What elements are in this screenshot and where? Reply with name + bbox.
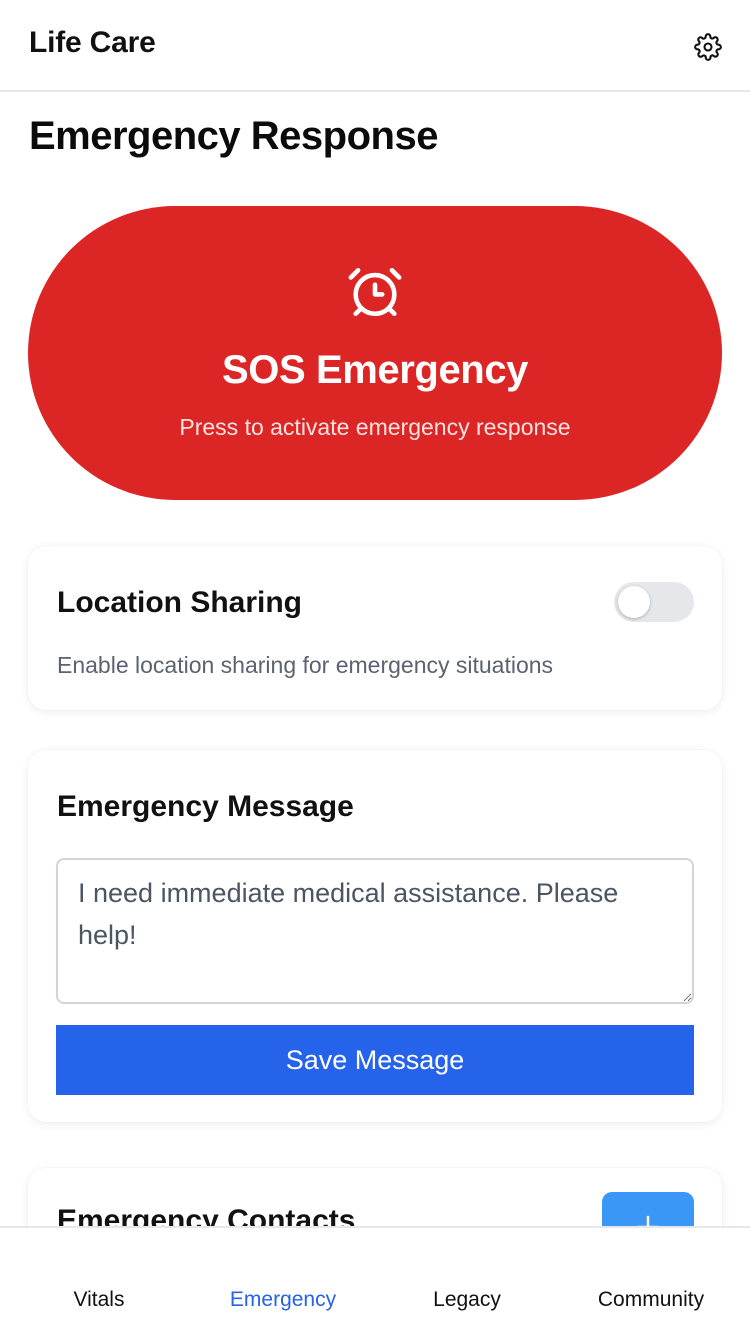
plus-icon (637, 1215, 659, 1226)
location-sharing-description: Enable location sharing for emergency si… (57, 652, 554, 678)
emergency-message-card: Emergency Message I need immediate medic… (28, 750, 722, 1122)
app-header: Life Care (0, 0, 750, 92)
sos-subtitle: Press to activate emergency response (179, 414, 571, 440)
emergency-contacts-title: Emergency Contacts (57, 1204, 356, 1226)
nav-item-legacy[interactable]: Legacy (375, 1288, 559, 1312)
sos-title: SOS Emergency (221, 348, 529, 392)
sos-emergency-button[interactable]: SOS Emergency Press to activate emergenc… (28, 206, 722, 500)
gear-icon (694, 33, 722, 61)
app-screen: Life Care Emergency Response SOS Emergen… (0, 0, 750, 1334)
main-content[interactable]: Emergency Response SOS Emergency Press t… (0, 94, 750, 1226)
alarm-clock-icon (348, 267, 402, 317)
location-sharing-toggle[interactable] (614, 582, 694, 622)
nav-item-vitals[interactable]: Vitals (7, 1288, 191, 1312)
app-title: Life Care (29, 26, 156, 59)
location-sharing-card: Location Sharing Enable location sharing… (28, 546, 722, 710)
location-sharing-title: Location Sharing (57, 586, 303, 619)
bottom-nav: Vitals Emergency Legacy Community (0, 1226, 750, 1334)
add-contact-button[interactable] (602, 1192, 694, 1226)
page-title: Emergency Response (29, 114, 438, 158)
settings-button[interactable] (690, 30, 726, 64)
nav-item-community[interactable]: Community (559, 1288, 743, 1312)
toggle-knob (618, 586, 650, 618)
emergency-contacts-card: Emergency Contacts (28, 1168, 722, 1226)
save-message-button[interactable]: Save Message (56, 1025, 694, 1095)
emergency-message-title: Emergency Message (57, 790, 354, 823)
emergency-message-input[interactable]: I need immediate medical assistance. Ple… (56, 858, 694, 1004)
nav-item-emergency[interactable]: Emergency (191, 1288, 375, 1312)
